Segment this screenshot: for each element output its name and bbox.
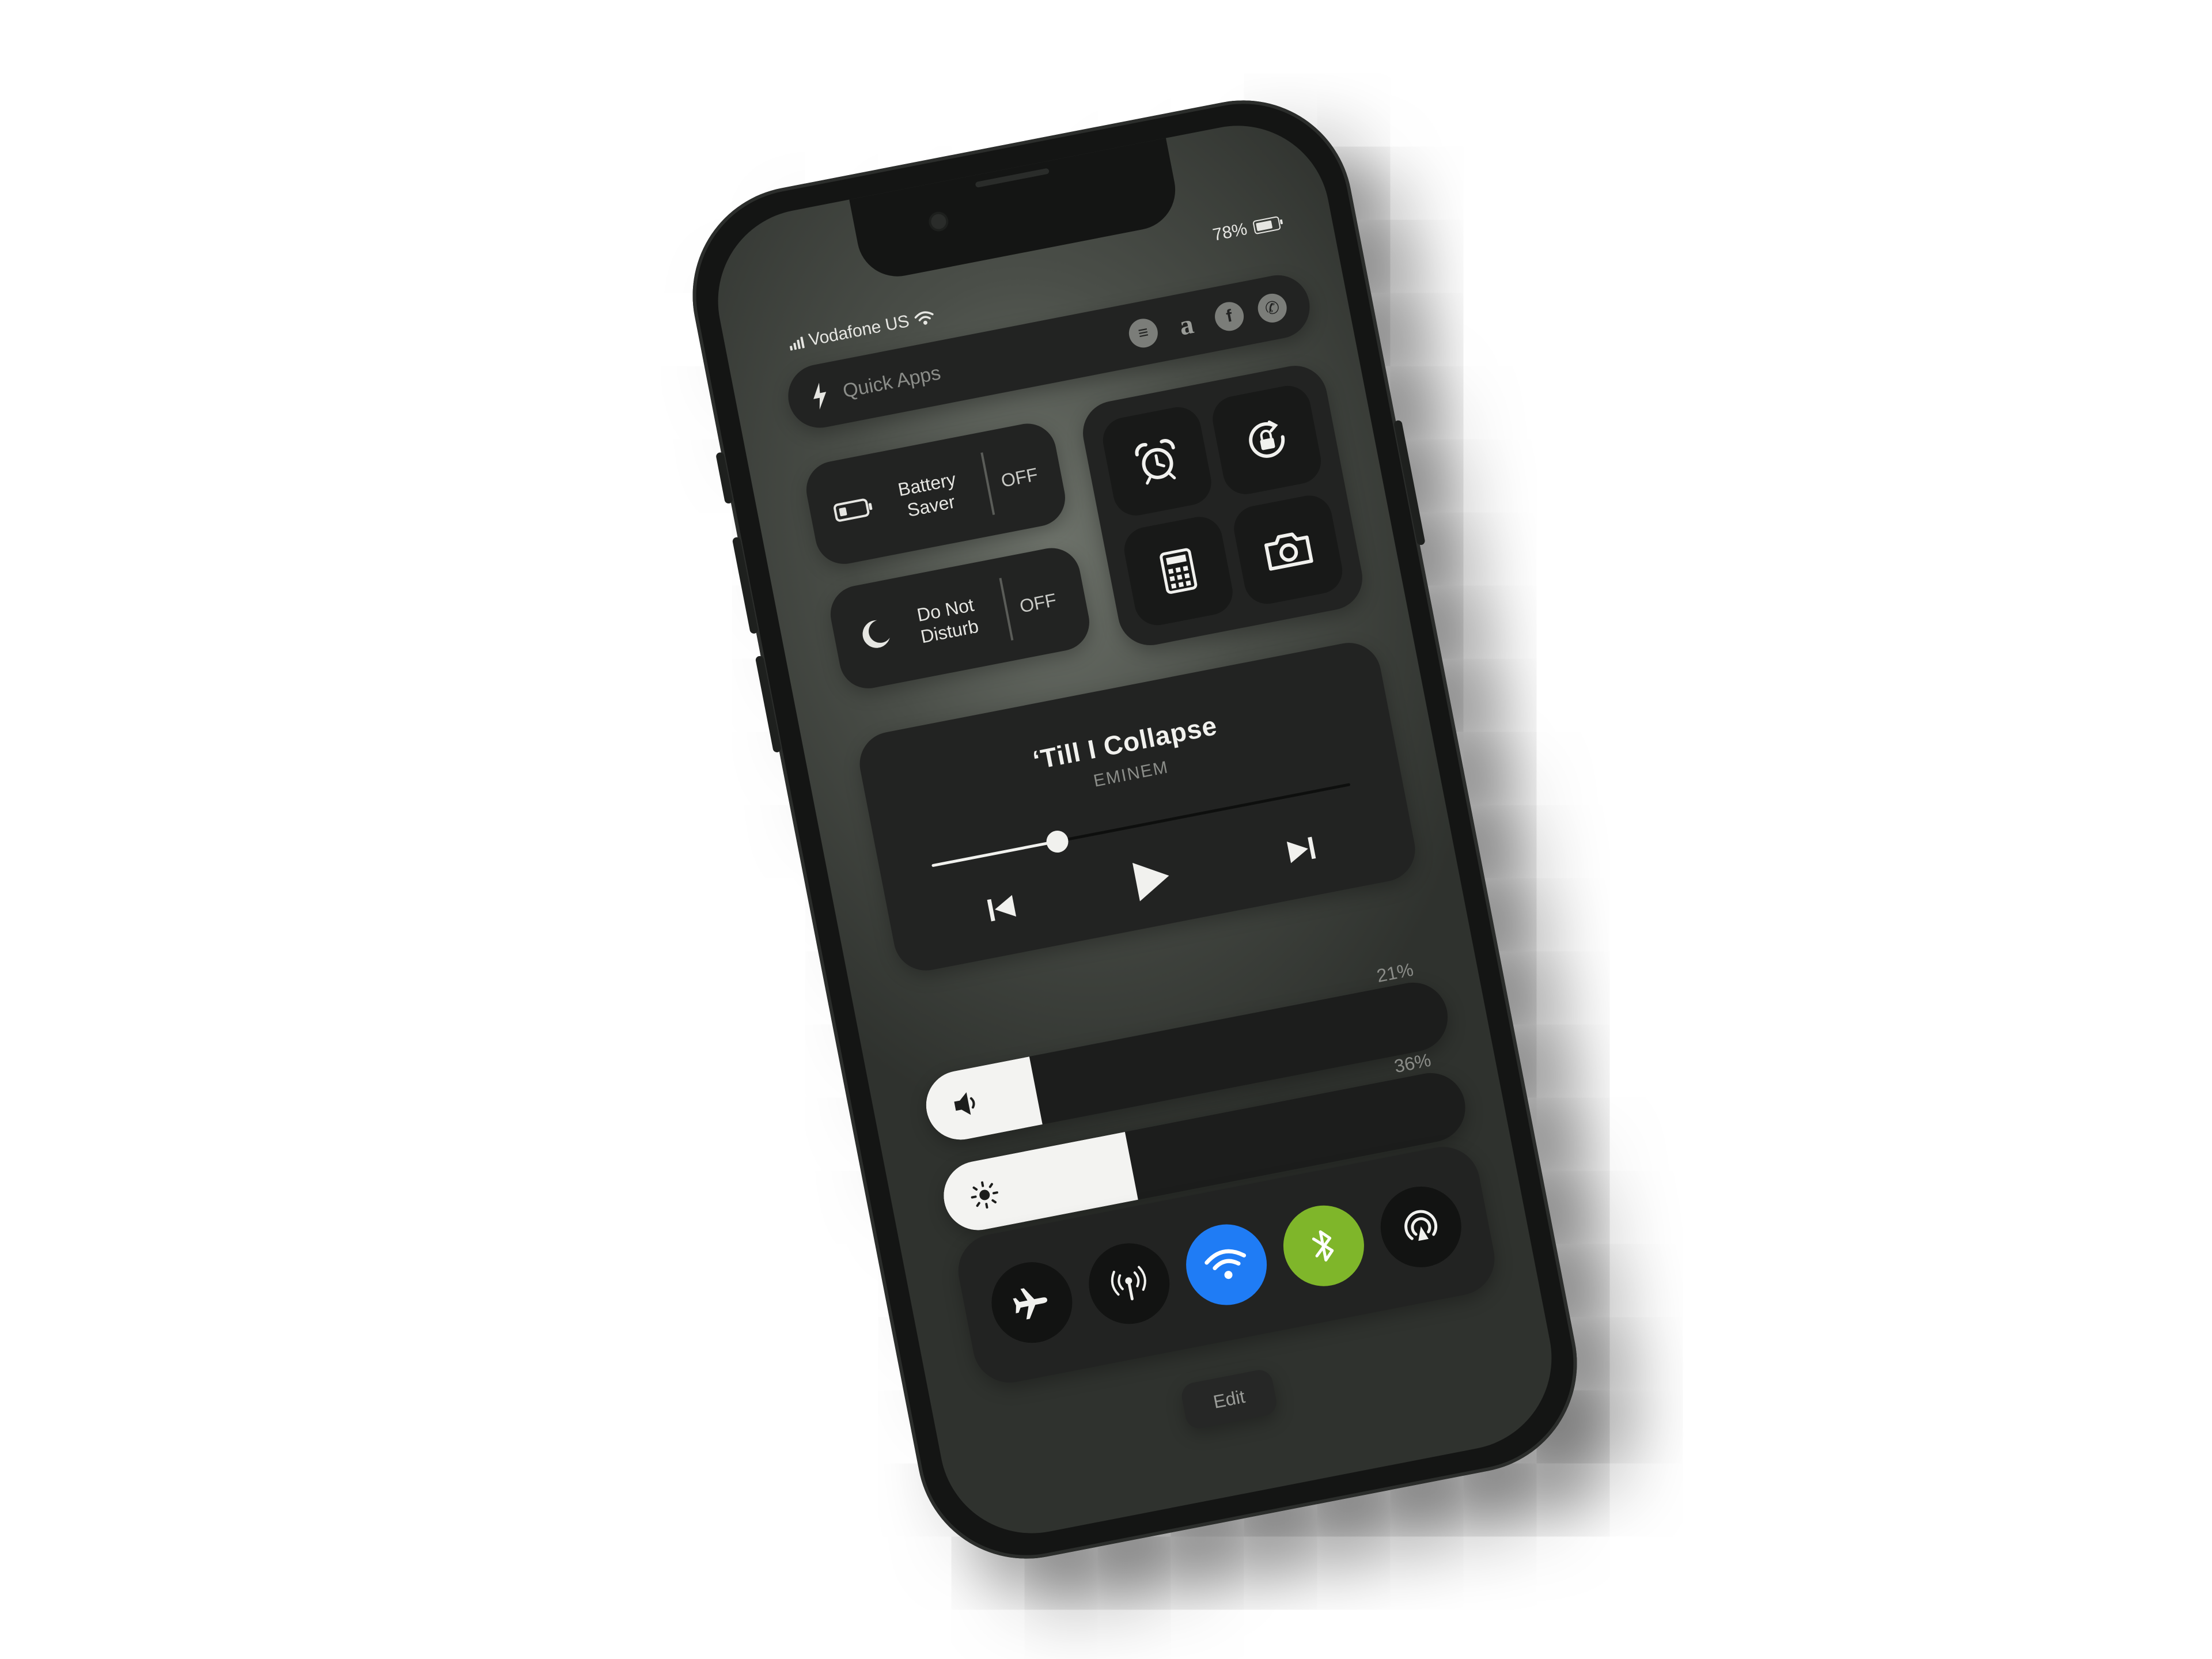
previous-track-icon[interactable] — [982, 891, 1021, 926]
rotation-lock-button[interactable] — [1209, 382, 1325, 498]
toggle-divider — [999, 578, 1014, 641]
alarm-clock-icon — [1135, 439, 1176, 485]
airplane-mode-button[interactable] — [984, 1255, 1080, 1350]
volume-slider-fill — [920, 1056, 1043, 1146]
bluetooth-button[interactable] — [1276, 1198, 1371, 1293]
cellular-antenna-icon — [1111, 1266, 1146, 1301]
battery-saver-label: Battery Saver — [896, 468, 958, 521]
sun-icon — [971, 1181, 998, 1209]
calculator-button[interactable] — [1120, 513, 1237, 630]
do-not-disturb-state: OFF — [1017, 589, 1058, 617]
camera-icon — [1264, 532, 1313, 571]
shortcuts-grid — [1077, 360, 1368, 651]
do-not-disturb-label: Do Not Disturb — [915, 594, 980, 647]
alarm-button[interactable] — [1099, 403, 1215, 520]
battery-icon — [1252, 215, 1281, 235]
wifi-icon — [1205, 1249, 1247, 1279]
calculator-icon — [1160, 548, 1198, 594]
whatsapp-icon[interactable]: ✆ — [1255, 291, 1289, 325]
screen: Vodafone US 78% Quick Apps ≡ a f ✆ Batte… — [702, 109, 1567, 1550]
play-icon[interactable] — [1127, 854, 1175, 904]
carrier-name: Vodafone US — [807, 311, 911, 350]
quick-apps-icons: ≡ a f ✆ — [1126, 291, 1289, 350]
cellular-data-button[interactable] — [1082, 1236, 1177, 1331]
camera-button[interactable] — [1230, 491, 1347, 608]
playback-scrubber[interactable] — [1044, 828, 1070, 855]
battery-saver-state: OFF — [999, 463, 1040, 491]
battery-percent: 78% — [1211, 219, 1249, 245]
spotify-icon[interactable]: ≡ — [1126, 316, 1161, 350]
lightning-icon — [813, 382, 827, 410]
scene: Vodafone US 78% Quick Apps ≡ a f ✆ Batte… — [0, 0, 2212, 1659]
airdrop-button[interactable] — [1373, 1179, 1468, 1274]
playback-progress-fill — [931, 840, 1058, 868]
airplane-icon — [1013, 1288, 1047, 1320]
toggle-divider — [980, 452, 995, 516]
battery-saver-icon — [834, 498, 873, 522]
front-camera-icon — [930, 213, 948, 230]
speaker-icon — [954, 1092, 975, 1115]
rotation-lock-icon — [1249, 420, 1285, 458]
airdrop-icon — [1404, 1210, 1438, 1241]
status-bar-right: 78% — [1211, 213, 1282, 245]
bluetooth-icon — [1312, 1230, 1334, 1262]
moon-icon — [862, 620, 890, 648]
amazon-icon[interactable]: a — [1169, 308, 1203, 342]
battery-saver-toggle[interactable]: Battery Saver OFF — [801, 418, 1070, 569]
phone: Vodafone US 78% Quick Apps ≡ a f ✆ Batte… — [673, 81, 1596, 1578]
wifi-button[interactable] — [1179, 1217, 1274, 1312]
now-playing-card: ‘Till I Collapse EMINEM — [854, 637, 1421, 976]
signal-icon — [788, 335, 805, 351]
do-not-disturb-toggle[interactable]: Do Not Disturb OFF — [825, 543, 1094, 694]
next-track-icon[interactable] — [1282, 832, 1321, 868]
wifi-status-icon — [914, 311, 934, 325]
playback-controls — [887, 807, 1416, 951]
edit-button[interactable]: Edit — [1179, 1368, 1279, 1431]
facebook-icon[interactable]: f — [1212, 300, 1247, 334]
quick-apps-label: Quick Apps — [840, 361, 942, 402]
